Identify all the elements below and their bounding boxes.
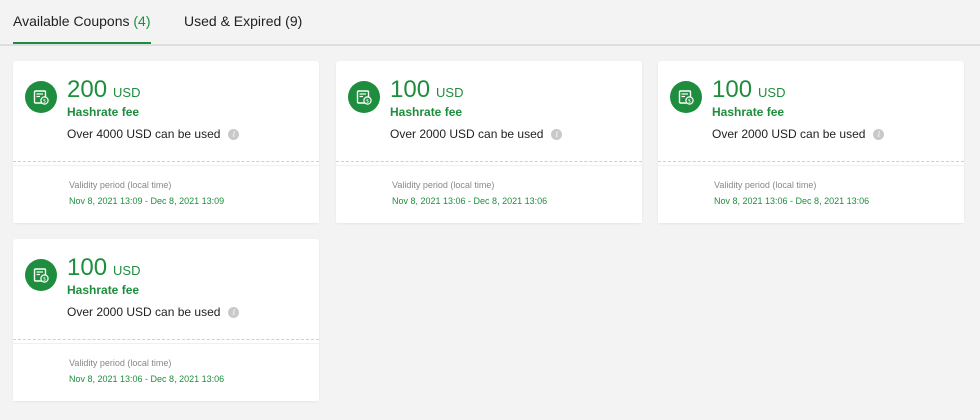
coupon-icon: $	[25, 259, 57, 291]
coupon-card[interactable]: $ 100 USD Hashrate fee Over 2000 USD can …	[658, 61, 964, 223]
coupon-validity: Validity period (local time) Nov 8, 2021…	[336, 165, 642, 223]
coupon-amount: 100 USD	[390, 76, 464, 103]
coupon-fee-type: Hashrate fee	[390, 105, 463, 119]
tab-available-label: Available Coupons	[13, 13, 130, 29]
coupon-currency: USD	[113, 85, 141, 100]
active-tab-underline	[13, 42, 151, 44]
coupon-currency: USD	[113, 263, 141, 278]
coupon-currency: USD	[436, 85, 464, 100]
coupon-validity: Validity period (local time) Nov 8, 2021…	[658, 165, 964, 223]
validity-range: Nov 8, 2021 13:09 - Dec 8, 2021 13:09	[69, 196, 225, 206]
coupon-icon: $	[670, 81, 702, 113]
coupon-card[interactable]: $ 100 USD Hashrate fee Over 2000 USD can …	[13, 239, 319, 401]
validity-range: Nov 8, 2021 13:06 - Dec 8, 2021 13:06	[714, 196, 870, 206]
validity-label: Validity period (local time)	[714, 180, 817, 190]
validity-label: Validity period (local time)	[69, 358, 172, 368]
coupon-fee-type: Hashrate fee	[67, 105, 140, 119]
validity-label: Validity period (local time)	[392, 180, 495, 190]
coupon-condition: Over 2000 USD can be used i	[390, 127, 563, 141]
card-divider	[13, 161, 319, 162]
coupon-card[interactable]: $ 200 USD Hashrate fee Over 4000 USD can …	[13, 61, 319, 223]
svg-text:$: $	[43, 98, 46, 104]
validity-range: Nov 8, 2021 13:06 - Dec 8, 2021 13:06	[69, 374, 225, 384]
coupon-fee-type: Hashrate fee	[67, 283, 140, 297]
coupon-currency: USD	[758, 85, 786, 100]
tab-available-count: (4)	[133, 13, 151, 29]
coupon-card[interactable]: $ 100 USD Hashrate fee Over 2000 USD can …	[336, 61, 642, 223]
coupon-condition: Over 4000 USD can be used i	[67, 127, 240, 141]
info-icon[interactable]: i	[551, 129, 563, 141]
validity-label: Validity period (local time)	[69, 180, 172, 190]
coupon-validity: Validity period (local time) Nov 8, 2021…	[13, 343, 319, 401]
coupon-condition: Over 2000 USD can be used i	[712, 127, 885, 141]
coupon-icon: $	[348, 81, 380, 113]
svg-text:$: $	[688, 98, 691, 104]
info-icon[interactable]: i	[873, 129, 885, 141]
coupon-condition: Over 2000 USD can be used i	[67, 305, 240, 319]
tab-available-coupons[interactable]: Available Coupons (4)	[13, 12, 151, 44]
info-icon[interactable]: i	[228, 129, 240, 141]
coupon-tabs: Available Coupons (4) Used & Expired (9)	[0, 0, 980, 46]
coupon-icon: $	[25, 81, 57, 113]
svg-text:$: $	[43, 276, 46, 282]
svg-text:$: $	[366, 98, 369, 104]
coupon-amount: 100 USD	[712, 76, 786, 103]
card-divider	[336, 161, 642, 162]
card-divider	[13, 339, 319, 340]
tab-used-label: Used & Expired (9)	[184, 13, 303, 29]
coupon-amount: 100 USD	[67, 254, 141, 281]
tab-used-expired[interactable]: Used & Expired (9)	[184, 12, 302, 30]
info-icon[interactable]: i	[228, 307, 240, 319]
card-divider	[658, 161, 964, 162]
coupon-amount: 200 USD	[67, 76, 141, 103]
coupon-validity: Validity period (local time) Nov 8, 2021…	[13, 165, 319, 223]
coupon-fee-type: Hashrate fee	[712, 105, 785, 119]
validity-range: Nov 8, 2021 13:06 - Dec 8, 2021 13:06	[392, 196, 548, 206]
